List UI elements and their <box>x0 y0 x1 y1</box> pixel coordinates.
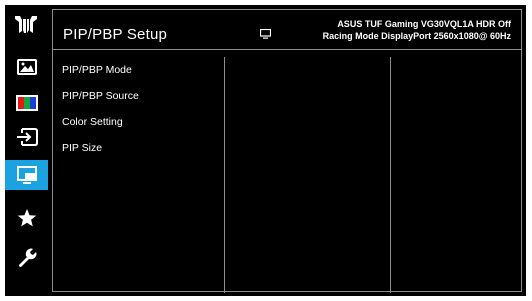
pip-pbp-icon <box>16 166 37 184</box>
wrench-icon <box>18 248 36 267</box>
input-select-icon <box>16 128 38 146</box>
sidebar-item-favorites[interactable] <box>5 203 48 233</box>
sidebar-item-input[interactable] <box>5 122 48 152</box>
sidebar <box>5 5 48 296</box>
image-icon <box>16 59 37 75</box>
pip-pbp-menu: PIP/PBP Mode PIP/PBP Source Color Settin… <box>62 63 139 167</box>
column-divider-1 <box>224 57 225 293</box>
status-line-model: ASUS TUF Gaming VG30VQL1A HDR Off <box>337 19 511 29</box>
menu-item-pip-pbp-mode[interactable]: PIP/PBP Mode <box>62 63 139 89</box>
sidebar-item-system[interactable] <box>5 243 48 273</box>
color-bars-icon <box>15 95 38 111</box>
tuf-gaming-logo <box>15 16 37 33</box>
menu-item-pip-pbp-source[interactable]: PIP/PBP Source <box>62 89 139 115</box>
sidebar-item-color[interactable] <box>5 88 48 118</box>
sidebar-item-image[interactable] <box>5 52 48 82</box>
page-title: PIP/PBP Setup <box>63 26 168 43</box>
sidebar-item-pip-pbp[interactable] <box>5 160 48 190</box>
status-line-mode: Racing Mode DisplayPort 2560x1080@ 60Hz <box>322 31 511 41</box>
menu-item-pip-size[interactable]: PIP Size <box>62 141 139 167</box>
monitor-status-info: ASUS TUF Gaming VG30VQL1A HDR Off Racing… <box>323 18 511 42</box>
star-icon <box>17 209 36 227</box>
monitor-icon <box>260 29 271 39</box>
osd-window: PIP/PBP Setup ASUS TUF Gaming VG30VQL1A … <box>5 5 526 296</box>
column-divider-2 <box>390 57 391 293</box>
settings-panel: PIP/PBP Setup ASUS TUF Gaming VG30VQL1A … <box>52 9 522 293</box>
header-divider <box>53 49 521 50</box>
menu-item-color-setting[interactable]: Color Setting <box>62 115 139 141</box>
